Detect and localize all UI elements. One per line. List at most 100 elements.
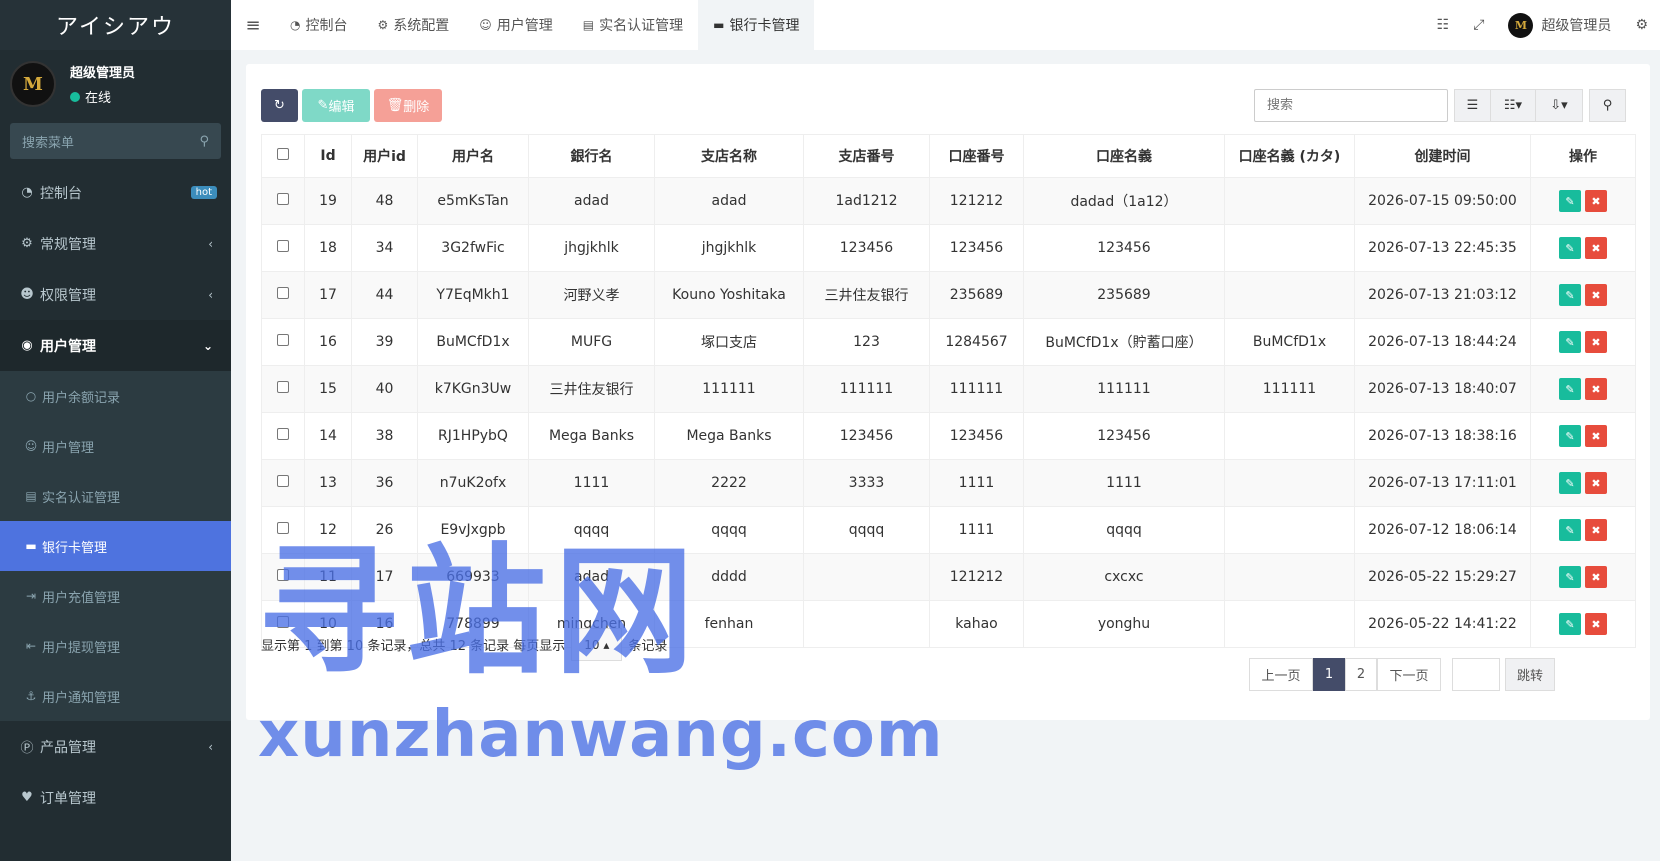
sidebar-item-users[interactable]: ◉ 用户管理 ⌄ bbox=[0, 320, 231, 371]
export-button[interactable]: ⇩▾ bbox=[1535, 89, 1583, 122]
edit-row-button[interactable]: ✎ bbox=[1559, 519, 1581, 541]
col-bank-name[interactable]: 銀行名 bbox=[528, 134, 655, 178]
edit-row-button[interactable]: ✎ bbox=[1559, 378, 1581, 400]
select-all-checkbox[interactable] bbox=[261, 134, 305, 178]
delete-row-button[interactable]: ✖ bbox=[1585, 425, 1607, 447]
sidebar-item-bankcard[interactable]: ▬ 银行卡管理 bbox=[0, 521, 231, 571]
table-row[interactable]: 16 39 BuMCfD1x MUFG 塚口支店 123 1284567 BuMCfD1x（貯… bbox=[261, 318, 1636, 366]
edit-row-button[interactable]: ✎ bbox=[1559, 237, 1581, 259]
sidebar-item-dashboard[interactable]: ◔ 控制台 hot bbox=[0, 167, 231, 218]
col-created-at[interactable]: 创建时间 bbox=[1354, 134, 1531, 178]
sidebar-item-permission[interactable]: ☻ 权限管理 ‹ bbox=[0, 269, 231, 320]
sidebar-item-notice[interactable]: ⚓ 用户通知管理 bbox=[0, 671, 231, 721]
col-id[interactable]: Id bbox=[304, 134, 352, 178]
table-row[interactable]: 19 48 e5mKsTan adad adad 1ad1212 121212 dadad（1… bbox=[261, 177, 1636, 225]
edit-button[interactable]: ✎ 编辑 bbox=[302, 89, 370, 122]
col-branch-number[interactable]: 支店番号 bbox=[803, 134, 930, 178]
search-icon[interactable]: ⚲ bbox=[199, 134, 209, 149]
table-cell: 121212 bbox=[929, 177, 1024, 225]
delete-row-button[interactable]: ✖ bbox=[1585, 190, 1607, 212]
edit-row-button[interactable]: ✎ bbox=[1559, 566, 1581, 588]
delete-button[interactable]: 🗑 删除 bbox=[374, 89, 442, 122]
delete-row-button[interactable]: ✖ bbox=[1585, 519, 1607, 541]
delete-row-button[interactable]: ✖ bbox=[1585, 284, 1607, 306]
menu-search-input[interactable]: 搜索菜单 ⚲ bbox=[10, 123, 221, 159]
col-user-id[interactable]: 用户id bbox=[351, 134, 418, 178]
row-checkbox[interactable] bbox=[261, 365, 305, 413]
table-cell bbox=[1224, 412, 1355, 460]
row-checkbox[interactable] bbox=[261, 459, 305, 507]
tab-user-manage[interactable]: ☺ 用户管理 bbox=[464, 0, 568, 50]
edit-row-button[interactable]: ✎ bbox=[1559, 425, 1581, 447]
delete-row-button[interactable]: ✖ bbox=[1585, 613, 1607, 635]
pencil-icon: ✎ bbox=[317, 98, 329, 113]
col-branch-name[interactable]: 支店名称 bbox=[654, 134, 804, 178]
row-checkbox[interactable] bbox=[261, 224, 305, 272]
app-logo[interactable]: アイシアウ bbox=[0, 0, 231, 50]
jump-page-input[interactable] bbox=[1452, 658, 1500, 691]
menu-toggle-icon[interactable]: ≡ bbox=[231, 15, 275, 36]
table-row[interactable]: 13 36 n7uK2ofx 1111 2222 3333 1111 1111 2026-07-… bbox=[261, 459, 1636, 507]
table-cell: 11 bbox=[304, 553, 352, 601]
edit-row-button[interactable]: ✎ bbox=[1559, 284, 1581, 306]
sidebar-item-general[interactable]: ⚙ 常规管理 ‹ bbox=[0, 218, 231, 269]
translate-icon[interactable]: ☷ bbox=[1425, 17, 1462, 33]
sidebar-item-withdraw[interactable]: ⇤ 用户提现管理 bbox=[0, 621, 231, 671]
sidebar-item-balance-records[interactable]: ○ 用户余额记录 bbox=[0, 371, 231, 421]
page-1-button[interactable]: 1 bbox=[1313, 658, 1345, 691]
delete-row-button[interactable]: ✖ bbox=[1585, 331, 1607, 353]
row-checkbox[interactable] bbox=[261, 271, 305, 319]
row-checkbox[interactable] bbox=[261, 553, 305, 601]
table-row[interactable]: 11 17 669933 adad dddd 121212 cxcxc 2026-05-22 … bbox=[261, 553, 1636, 601]
page-2-button[interactable]: 2 bbox=[1345, 658, 1377, 691]
delete-row-button[interactable]: ✖ bbox=[1585, 566, 1607, 588]
search-button[interactable]: ⚲ bbox=[1589, 89, 1626, 122]
row-checkbox[interactable] bbox=[261, 506, 305, 554]
delete-row-button[interactable]: ✖ bbox=[1585, 237, 1607, 259]
jump-button[interactable]: 跳转 bbox=[1505, 658, 1555, 691]
fullscreen-icon[interactable]: ⤢ bbox=[1461, 17, 1496, 33]
table-cell: 123456 bbox=[1023, 224, 1225, 272]
refresh-button[interactable]: ↻ bbox=[261, 89, 298, 122]
table-row[interactable]: 18 34 3G2fwFic jhgjkhlk jhgjkhlk 123456 123456… bbox=[261, 224, 1636, 272]
sidebar-item-recharge[interactable]: ⇥ 用户充值管理 bbox=[0, 571, 231, 621]
sidebar-item-products[interactable]: Ⓟ 产品管理 ‹ bbox=[0, 721, 231, 772]
col-account-holder-kana[interactable]: 口座名義 (カタ) bbox=[1224, 134, 1355, 178]
col-username[interactable]: 用户名 bbox=[417, 134, 529, 178]
row-checkbox[interactable] bbox=[261, 412, 305, 460]
delete-row-button[interactable]: ✖ bbox=[1585, 472, 1607, 494]
row-checkbox[interactable] bbox=[261, 177, 305, 225]
list-icon: ☰ bbox=[1466, 98, 1479, 113]
toggle-view-button[interactable]: ☰ bbox=[1454, 89, 1491, 122]
row-checkbox[interactable] bbox=[261, 318, 305, 366]
table-search-input[interactable] bbox=[1254, 89, 1448, 122]
col-account-number[interactable]: 口座番号 bbox=[929, 134, 1024, 178]
table-row[interactable]: 12 26 E9vJxgpb qqqq qqqq qqqq 1111 qqqq 2026-07-… bbox=[261, 506, 1636, 554]
columns-button[interactable]: ☷▾ bbox=[1490, 89, 1536, 122]
edit-row-button[interactable]: ✎ bbox=[1559, 472, 1581, 494]
edit-row-button[interactable]: ✎ bbox=[1559, 331, 1581, 353]
table-row[interactable]: 15 40 k7KGn3Uw 三井住友银行 111111 111111 111111 1111… bbox=[261, 365, 1636, 413]
edit-row-button[interactable]: ✎ bbox=[1559, 613, 1581, 635]
sidebar-item-user-manage[interactable]: ☺ 用户管理 bbox=[0, 421, 231, 471]
prev-page-button[interactable]: 上一页 bbox=[1249, 658, 1313, 691]
row-actions: ✎ ✖ bbox=[1530, 459, 1636, 507]
table-cell: jhgjkhlk bbox=[654, 224, 804, 272]
page-size-select[interactable]: 10 ▴ bbox=[571, 628, 623, 661]
table-row[interactable]: 14 38 RJ1HPybQ Mega Banks Mega Banks 123456 12… bbox=[261, 412, 1636, 460]
sidebar-item-orders[interactable]: ♥ 订单管理 bbox=[0, 772, 231, 823]
table-cell: 1284567 bbox=[929, 318, 1024, 366]
tab-dashboard[interactable]: ◔ 控制台 bbox=[275, 0, 362, 50]
next-page-button[interactable]: 下一页 bbox=[1377, 658, 1441, 691]
settings-icon[interactable]: ⚙ bbox=[1623, 17, 1660, 33]
admin-menu[interactable]: M 超级管理员 bbox=[1496, 12, 1623, 38]
edit-row-button[interactable]: ✎ bbox=[1559, 190, 1581, 212]
tab-realname[interactable]: ▤ 实名认证管理 bbox=[568, 0, 698, 50]
col-account-holder[interactable]: 口座名義 bbox=[1023, 134, 1225, 178]
sidebar-item-realname[interactable]: ▤ 实名认证管理 bbox=[0, 471, 231, 521]
id-card-icon: ▤ bbox=[582, 18, 595, 32]
delete-row-button[interactable]: ✖ bbox=[1585, 378, 1607, 400]
tab-system-config[interactable]: ⚙ 系统配置 bbox=[362, 0, 464, 50]
table-row[interactable]: 17 44 Y7EqMkh1 河野义孝 Kouno Yoshitaka 三井住友银行 235… bbox=[261, 271, 1636, 319]
tab-bankcard[interactable]: ▬ 银行卡管理 bbox=[698, 0, 815, 50]
